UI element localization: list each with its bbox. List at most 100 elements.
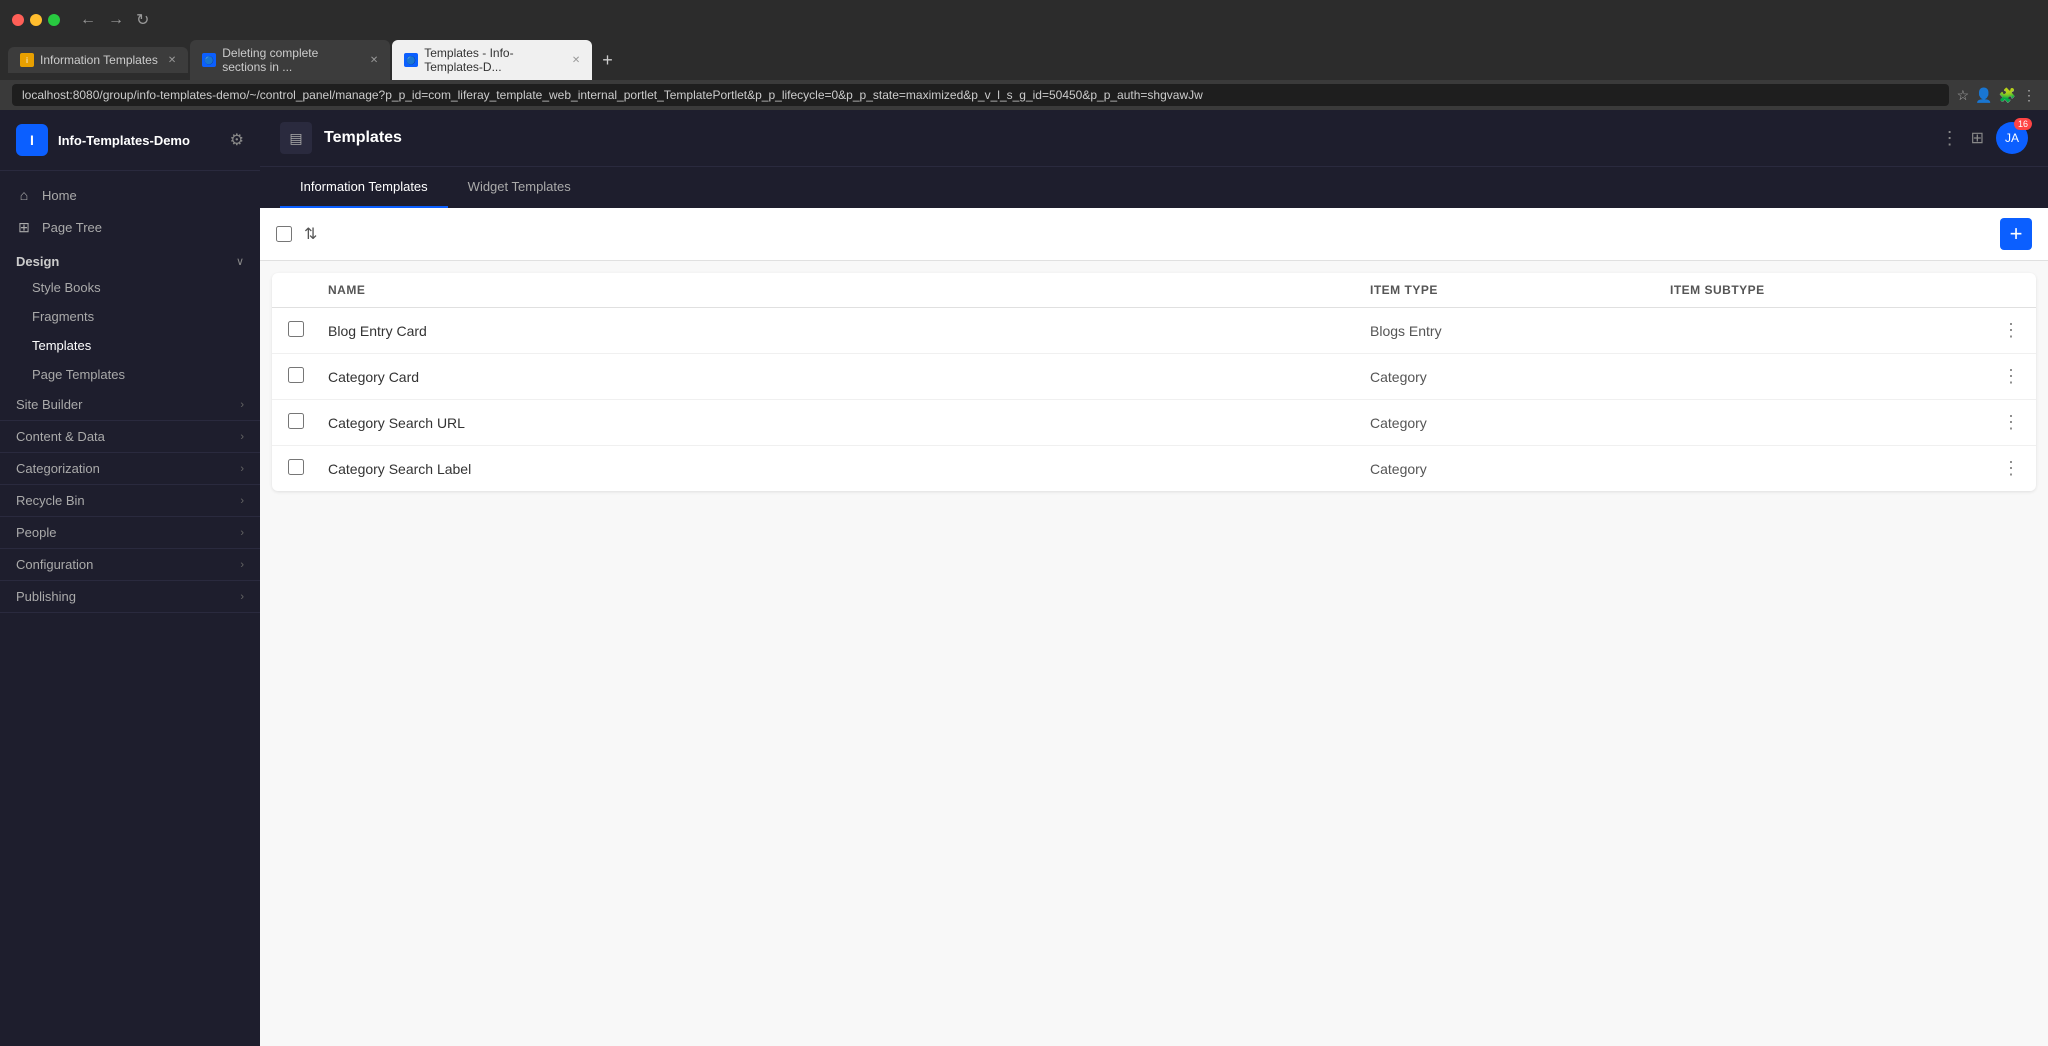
header-item-type: Item Type (1370, 283, 1670, 297)
browser-tab-2-label: Deleting complete sections in ... (222, 46, 360, 74)
more-options-icon[interactable]: ⋮ (2022, 87, 2036, 104)
configuration-header[interactable]: Configuration › (0, 549, 260, 580)
people-header[interactable]: People › (0, 517, 260, 548)
people-label: People (16, 525, 240, 540)
bookmark-icon[interactable]: ☆ (1957, 87, 1970, 104)
publishing-section: Publishing › (0, 581, 260, 613)
sidebar-header: I Info-Templates-Demo ⚙ (0, 110, 260, 171)
extensions-icon[interactable]: 🧩 (1999, 87, 2016, 104)
configuration-chevron-icon: › (240, 559, 244, 571)
tab-favicon-3: 🔵 (404, 53, 418, 67)
portlet-grid-icon[interactable]: ⊞ (1971, 128, 1984, 148)
browser-tab-3[interactable]: 🔵 Templates - Info-Templates-D... ✕ (392, 40, 592, 80)
address-bar: ☆ 👤 🧩 ⋮ (0, 80, 2048, 110)
sidebar-item-style-books-label: Style Books (32, 280, 101, 295)
tab-widget-templates[interactable]: Widget Templates (448, 167, 591, 208)
close-window-button[interactable] (12, 14, 24, 26)
design-section-header[interactable]: Design ∨ (16, 254, 244, 269)
home-icon: ⌂ (16, 187, 32, 203)
row-4-item-type: Category (1370, 461, 1670, 477)
select-all-checkbox[interactable] (276, 226, 292, 242)
row-2-name: Category Card (328, 369, 1370, 385)
design-section: Design ∨ (0, 244, 260, 273)
sidebar-item-page-tree-label: Page Tree (42, 220, 102, 235)
address-input[interactable] (12, 84, 1949, 106)
sidebar-item-page-templates[interactable]: Page Templates (0, 360, 260, 389)
categorization-label: Categorization (16, 461, 240, 476)
row-1-actions[interactable]: ⋮ (1970, 320, 2020, 341)
profile-icon[interactable]: 👤 (1975, 87, 1992, 104)
site-name: Info-Templates-Demo (58, 133, 190, 148)
data-table: Name Item Type Item Subtype Blog Entry C… (272, 273, 2036, 491)
design-chevron-icon: ∨ (236, 255, 244, 268)
sidebar-item-home[interactable]: ⌂ Home (0, 179, 260, 211)
portlet-title: Templates (324, 129, 402, 147)
row-1-name: Blog Entry Card (328, 323, 1370, 339)
sidebar-item-style-books[interactable]: Style Books (0, 273, 260, 302)
site-builder-chevron-icon: › (240, 399, 244, 411)
add-icon: + (2010, 221, 2023, 247)
sidebar-item-templates[interactable]: Templates (0, 331, 260, 360)
browser-tab-3-label: Templates - Info-Templates-D... (424, 46, 562, 74)
recycle-bin-header[interactable]: Recycle Bin › (0, 485, 260, 516)
row-3-checkbox-cell (288, 413, 328, 432)
row-3-name: Category Search URL (328, 415, 1370, 431)
row-1-checkbox[interactable] (288, 321, 304, 337)
row-4-actions[interactable]: ⋮ (1970, 458, 2020, 479)
new-tab-button[interactable]: + (594, 46, 621, 75)
portlet-icon: ▤ (280, 122, 312, 154)
browser-tab-2[interactable]: 🔵 Deleting complete sections in ... ✕ (190, 40, 390, 80)
back-button[interactable]: ← (76, 8, 100, 32)
minimize-window-button[interactable] (30, 14, 42, 26)
table-header: Name Item Type Item Subtype (272, 273, 2036, 308)
sidebar-settings-icon[interactable]: ⚙ (230, 130, 244, 150)
tab-close-3[interactable]: ✕ (572, 55, 580, 66)
table-row: Blog Entry Card Blogs Entry ⋮ (272, 308, 2036, 354)
publishing-chevron-icon: › (240, 591, 244, 603)
user-avatar[interactable]: JA 16 (1996, 122, 2028, 154)
forward-button[interactable]: → (104, 8, 128, 32)
refresh-button[interactable]: ↻ (132, 8, 153, 32)
row-4-checkbox-cell (288, 459, 328, 478)
tab-close-2[interactable]: ✕ (370, 55, 378, 66)
tab-information-templates[interactable]: Information Templates (280, 167, 448, 208)
maximize-window-button[interactable] (48, 14, 60, 26)
sidebar-item-templates-label: Templates (32, 338, 91, 353)
sidebar-item-fragments[interactable]: Fragments (0, 302, 260, 331)
content-tabs: Information Templates Widget Templates (260, 167, 2048, 208)
main-content: ▤ Templates ⋮ ⊞ JA 16 Information Templa… (260, 110, 2048, 1046)
row-1-item-type: Blogs Entry (1370, 323, 1670, 339)
row-3-checkbox[interactable] (288, 413, 304, 429)
sidebar-item-home-label: Home (42, 188, 77, 203)
header-name: Name (328, 283, 1370, 297)
sort-button[interactable]: ⇅ (300, 220, 321, 248)
row-2-actions[interactable]: ⋮ (1970, 366, 2020, 387)
people-chevron-icon: › (240, 527, 244, 539)
sidebar-item-fragments-label: Fragments (32, 309, 94, 324)
sidebar-item-page-tree[interactable]: ⊞ Page Tree (0, 211, 260, 244)
publishing-header[interactable]: Publishing › (0, 581, 260, 612)
table-row: Category Card Category ⋮ (272, 354, 2036, 400)
row-1-checkbox-cell (288, 321, 328, 340)
row-2-checkbox[interactable] (288, 367, 304, 383)
row-3-item-type: Category (1370, 415, 1670, 431)
site-logo: I (16, 124, 48, 156)
tab-close-1[interactable]: ✕ (168, 55, 176, 66)
content-toolbar: ⇅ + (260, 208, 2048, 261)
header-checkbox-cell (288, 283, 328, 297)
avatar-initials: JA (2005, 131, 2019, 145)
portlet-header: ▤ Templates ⋮ ⊞ JA 16 (260, 110, 2048, 167)
row-3-actions[interactable]: ⋮ (1970, 412, 2020, 433)
browser-window-controls (12, 14, 60, 26)
categorization-header[interactable]: Categorization › (0, 453, 260, 484)
content-data-header[interactable]: Content & Data › (0, 421, 260, 452)
row-4-checkbox[interactable] (288, 459, 304, 475)
add-button[interactable]: + (2000, 218, 2032, 250)
address-bar-icons: ☆ 👤 🧩 ⋮ (1957, 87, 2036, 104)
templates-icon: ▤ (289, 130, 302, 147)
portlet-options-icon[interactable]: ⋮ (1941, 128, 1959, 149)
content-data-label: Content & Data (16, 429, 240, 444)
site-builder-header[interactable]: Site Builder › (0, 389, 260, 420)
browser-tab-1[interactable]: i Information Templates ✕ (8, 47, 188, 73)
header-actions (1970, 283, 2020, 297)
